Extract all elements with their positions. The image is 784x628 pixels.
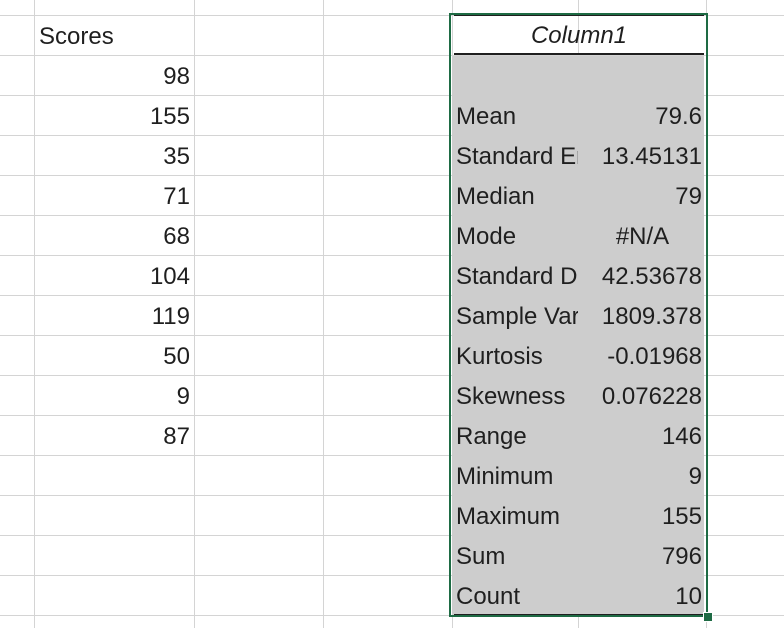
score-cell[interactable]: 68 <box>35 217 194 256</box>
score-cell[interactable]: 104 <box>35 257 194 296</box>
score-cell[interactable]: 155 <box>35 97 194 136</box>
score-cell[interactable]: 35 <box>35 137 194 176</box>
selection-border <box>449 13 708 617</box>
score-cell[interactable]: 50 <box>35 337 194 376</box>
scores-header[interactable]: Scores <box>35 17 194 56</box>
score-cell[interactable]: 98 <box>35 57 194 96</box>
score-cell[interactable]: 9 <box>35 377 194 416</box>
fill-handle[interactable] <box>703 612 713 622</box>
score-cell[interactable]: 87 <box>35 417 194 456</box>
score-cell[interactable]: 119 <box>35 297 194 336</box>
score-cell[interactable]: 71 <box>35 177 194 216</box>
